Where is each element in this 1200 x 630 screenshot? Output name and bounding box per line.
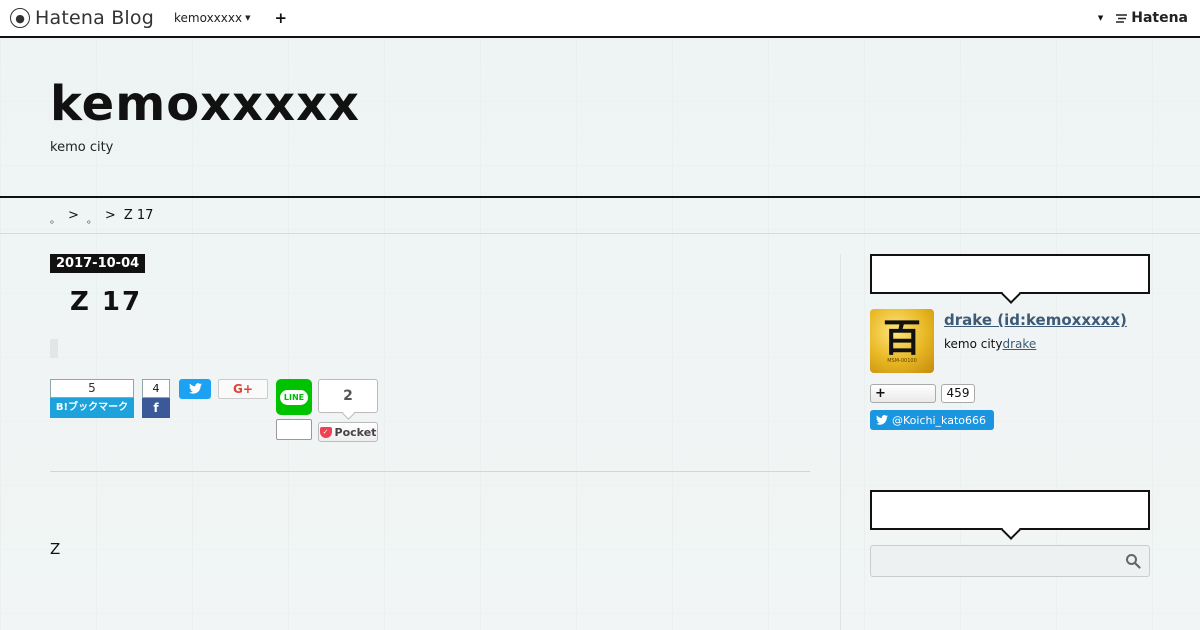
line-share-button[interactable]: LINE [276,379,312,415]
twitter-handle: @Koichi_kato666 [892,413,986,427]
hatena-blog-brand[interactable]: ● Hatena Blog [10,7,154,29]
follow-button[interactable]: + [870,384,936,403]
profile-description-text: kemo city [944,337,1003,351]
search-module-heading [870,490,1150,530]
twitter-icon [876,415,888,425]
google-plus-button[interactable]: G+ [218,379,268,399]
hatena-logo[interactable]: Hatena [1115,10,1188,26]
sidebar-divider [840,254,841,630]
breadcrumb-current: Z 17 [123,208,154,223]
hatena-logo-text: Hatena [1131,10,1188,26]
breadcrumb-separator: > [104,208,116,223]
entry-body-text: … [50,624,65,630]
blog-description: kemo city [50,140,114,155]
hatena-blog-logo-icon: ● [10,8,30,28]
blog-selector-label: kemoxxxxx [174,11,243,25]
line-icon: LINE [279,389,309,405]
breadcrumb-home[interactable]: 。 [50,211,60,226]
line-count-box [276,419,312,440]
breadcrumb-separator: > [68,208,79,223]
profile-description: kemo citydrake [944,337,1052,351]
twitter-follow-button[interactable]: @Koichi_kato666 [870,410,994,430]
avatar-caption: MSM-00100 [887,358,917,364]
hatena-bookmark-label[interactable]: B!ブックマーク [50,398,134,418]
plus-icon: + [274,9,288,27]
blog-selector[interactable]: kemoxxxxx ▼ [174,11,250,25]
plus-icon: + [875,386,886,401]
hatena-bookmark-count[interactable]: 5 [50,379,134,398]
avatar-glyph: 百 [882,315,921,360]
search-input[interactable] [870,545,1150,577]
facebook-icon[interactable]: f [142,398,170,418]
pocket-button[interactable]: ✓ Pocket [318,422,378,442]
caret-icon: ▼ [245,14,251,22]
facebook-share-count: 4 [142,379,170,398]
profile-module-heading [870,254,1150,294]
user-menu: ▼ Hatena [1098,10,1188,26]
profile-name-link[interactable]: drake (id:kemoxxxxx) [944,311,1127,329]
twitter-share-button[interactable] [179,379,211,399]
global-header: ● Hatena Blog kemoxxxxx ▼ + ▼ Hatena [0,0,1200,38]
entry-title[interactable]: Z 17 [70,287,142,317]
follower-count: 459 [941,384,975,403]
pocket-count: 2 [318,379,378,413]
search-icon[interactable] [1125,553,1141,569]
pocket-label: Pocket [334,425,377,439]
facebook-share-button[interactable]: 4 f [142,379,170,419]
entry-body-text: Z [50,540,61,558]
pocket-icon: ✓ [319,426,332,438]
avatar[interactable]: 百 MSM-00100 [870,309,934,373]
brand-text: Hatena Blog [35,7,154,29]
breadcrumb-category[interactable]: 。 [87,211,97,226]
blog-header: kemoxxxxx kemo city [0,38,1200,198]
profile-description-link[interactable]: drake [1003,337,1037,351]
blog-title[interactable]: kemoxxxxx [50,76,360,132]
entry-divider [50,471,810,472]
hatena-logo-icon [1116,13,1128,23]
new-post-button[interactable]: + [274,9,287,27]
entry-category-chip[interactable] [50,339,58,358]
twitter-icon [188,383,202,394]
user-menu-caret-icon[interactable]: ▼ [1098,14,1103,22]
entry-date[interactable]: 2017-10-04 [50,254,146,273]
breadcrumb: 。 > 。 > Z 17 [0,198,1200,234]
hatena-bookmark-button[interactable]: 5 B!ブックマーク [50,379,134,419]
